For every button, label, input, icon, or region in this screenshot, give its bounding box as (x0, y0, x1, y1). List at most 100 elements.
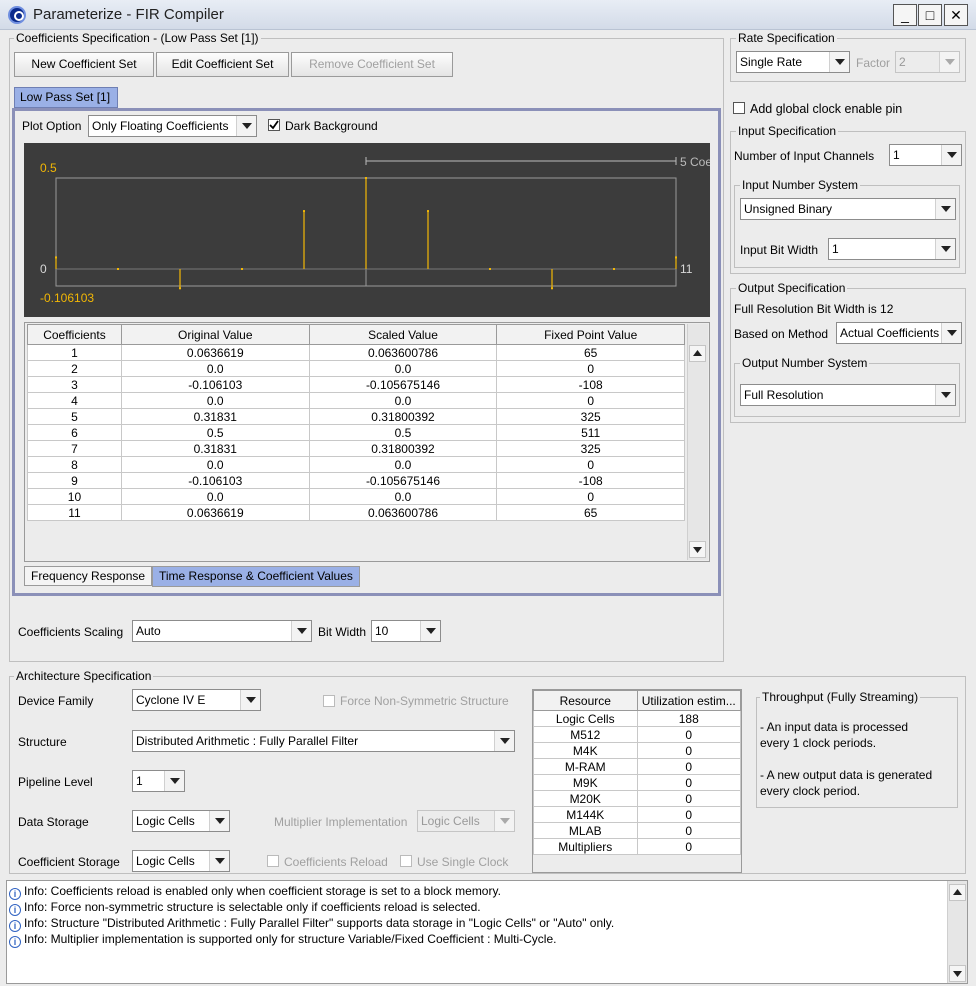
table-cell[interactable]: 0.0636619 (120, 504, 310, 521)
pipeline-level-select[interactable]: 1 (132, 770, 185, 792)
column-header: Resource (533, 690, 638, 711)
coefficient-table: Coefficients Original Value Scaled Value Fi… (27, 324, 685, 521)
table-cell[interactable]: 325 (496, 408, 685, 425)
table-cell[interactable]: 4 (27, 392, 122, 409)
table-cell[interactable]: 10 (27, 488, 122, 505)
table-cell[interactable]: 11 (27, 504, 122, 521)
coefficients-reload-checkbox[interactable] (267, 855, 279, 867)
table-cell[interactable]: 65 (496, 344, 685, 361)
bit-width-select[interactable]: 10 (371, 620, 441, 642)
throughput-line-4: every clock period. (760, 784, 861, 798)
rate-select[interactable]: Single Rate (736, 51, 850, 73)
table-cell[interactable]: 0.0 (120, 488, 310, 505)
remove-coefficient-set-button[interactable]: Remove Coefficient Set (291, 52, 453, 77)
input-channels-select[interactable]: 1 (889, 144, 962, 166)
table-cell[interactable]: 0.0 (120, 456, 310, 473)
table-row[interactable]: 11 0.0636619 0.063600786 65 (27, 504, 685, 521)
device-family-select[interactable]: Cyclone IV E (132, 689, 261, 711)
based-on-method-select[interactable]: Actual Coefficients (836, 322, 962, 344)
edit-coefficient-set-button[interactable]: Edit Coefficient Set (156, 52, 289, 77)
tab-frequency-response[interactable]: Frequency Response (24, 566, 153, 586)
table-cell[interactable]: 0.0 (308, 392, 498, 409)
table-scrollbar[interactable] (687, 324, 708, 560)
table-cell[interactable]: 1 (27, 344, 122, 361)
close-button[interactable]: ✕ (944, 4, 968, 26)
info-scrollbar[interactable] (947, 881, 967, 983)
scroll-up-arrow-icon[interactable] (949, 884, 966, 901)
coefficient-storage-select[interactable]: Logic Cells (132, 850, 230, 872)
table-cell[interactable]: 0.0 (308, 360, 498, 377)
data-storage-select[interactable]: Logic Cells (132, 810, 230, 832)
table-cell[interactable]: 0.31831 (120, 440, 310, 457)
table-cell[interactable]: 0.0 (120, 392, 310, 409)
table-cell[interactable]: 511 (496, 424, 685, 441)
table-row[interactable]: 2 0.0 0.0 0 (27, 360, 685, 377)
table-row[interactable]: 7 0.31831 0.31800392 325 (27, 440, 685, 457)
table-cell[interactable]: 0 (496, 456, 685, 473)
table-cell[interactable]: 0.5 (120, 424, 310, 441)
structure-select[interactable]: Distributed Arithmetic : Fully Parallel … (132, 730, 515, 752)
minimize-button[interactable]: _ (893, 4, 917, 26)
table-row[interactable]: 9 -0.106103 -0.105675146 -108 (27, 472, 685, 489)
new-coefficient-set-button[interactable]: New Coefficient Set (14, 52, 154, 77)
tab-time-response[interactable]: Time Response & Coefficient Values (152, 566, 360, 587)
table-cell[interactable]: 0.0636619 (120, 344, 310, 361)
table-row[interactable]: 1 0.0636619 0.063600786 65 (27, 344, 685, 361)
table-cell[interactable]: 2 (27, 360, 122, 377)
table-cell[interactable]: -0.105675146 (308, 472, 498, 489)
table-cell[interactable]: -108 (496, 472, 685, 489)
table-cell[interactable]: 0.063600786 (308, 344, 498, 361)
table-cell[interactable]: 325 (496, 440, 685, 457)
table-cell[interactable]: -0.105675146 (308, 376, 498, 393)
force-non-symmetric-checkbox[interactable] (323, 695, 335, 707)
input-bit-width-select[interactable]: 1 (828, 238, 956, 260)
scroll-down-arrow-icon[interactable] (689, 541, 706, 558)
table-row[interactable]: 6 0.5 0.5 511 (27, 424, 685, 441)
table-cell[interactable]: 3 (27, 376, 122, 393)
tab-low-pass-set[interactable]: Low Pass Set [1] (14, 87, 118, 108)
table-cell[interactable]: 0.31831 (120, 408, 310, 425)
table-cell[interactable]: 0 (496, 392, 685, 409)
table-row[interactable]: 4 0.0 0.0 0 (27, 392, 685, 409)
chevron-down-icon (209, 851, 229, 871)
scroll-down-arrow-icon[interactable] (949, 965, 966, 982)
scroll-up-arrow-icon[interactable] (689, 345, 706, 362)
column-header[interactable]: Original Value (120, 324, 310, 345)
table-cell[interactable]: -0.106103 (120, 472, 310, 489)
table-cell[interactable]: 0 (496, 488, 685, 505)
table-cell[interactable]: 8 (27, 456, 122, 473)
table-cell[interactable]: 65 (496, 504, 685, 521)
coefficients-scaling-select[interactable]: Auto (132, 620, 312, 642)
table-row[interactable]: 5 0.31831 0.31800392 325 (27, 408, 685, 425)
use-single-clock-checkbox[interactable] (400, 855, 412, 867)
table-cell[interactable]: 0.31800392 (308, 440, 498, 457)
table-cell[interactable]: 0.0 (308, 456, 498, 473)
column-header[interactable]: Fixed Point Value (496, 324, 685, 345)
global-clock-checkbox[interactable] (733, 102, 745, 114)
table-cell[interactable]: 0.063600786 (308, 504, 498, 521)
table-cell[interactable]: -0.106103 (120, 376, 310, 393)
table-cell[interactable]: 0.0 (308, 488, 498, 505)
table-row[interactable]: 10 0.0 0.0 0 (27, 488, 685, 505)
column-header[interactable]: Scaled Value (308, 324, 498, 345)
output-number-system-select[interactable]: Full Resolution (740, 384, 956, 406)
table-cell[interactable]: 7 (27, 440, 122, 457)
column-header[interactable]: Coefficients (27, 324, 122, 345)
table-cell[interactable]: 9 (27, 472, 122, 489)
table-row[interactable]: 3 -0.106103 -0.105675146 -108 (27, 376, 685, 393)
output-number-system-title: Output Number System (740, 356, 870, 370)
plot-option-select[interactable]: Only Floating Coefficients (88, 115, 257, 137)
table-cell[interactable]: 0.0 (120, 360, 310, 377)
factor-select[interactable]: 2 (895, 51, 960, 73)
table-cell[interactable]: 0.31800392 (308, 408, 498, 425)
table-cell[interactable]: 0.5 (308, 424, 498, 441)
dark-background-checkbox[interactable] (268, 119, 280, 131)
multiplier-implementation-select[interactable]: Logic Cells (417, 810, 515, 832)
maximize-button[interactable]: □ (918, 4, 942, 26)
table-cell[interactable]: 6 (27, 424, 122, 441)
table-row[interactable]: 8 0.0 0.0 0 (27, 456, 685, 473)
table-cell[interactable]: -108 (496, 376, 685, 393)
input-number-system-select[interactable]: Unsigned Binary (740, 198, 956, 220)
table-cell[interactable]: 0 (496, 360, 685, 377)
table-cell[interactable]: 5 (27, 408, 122, 425)
